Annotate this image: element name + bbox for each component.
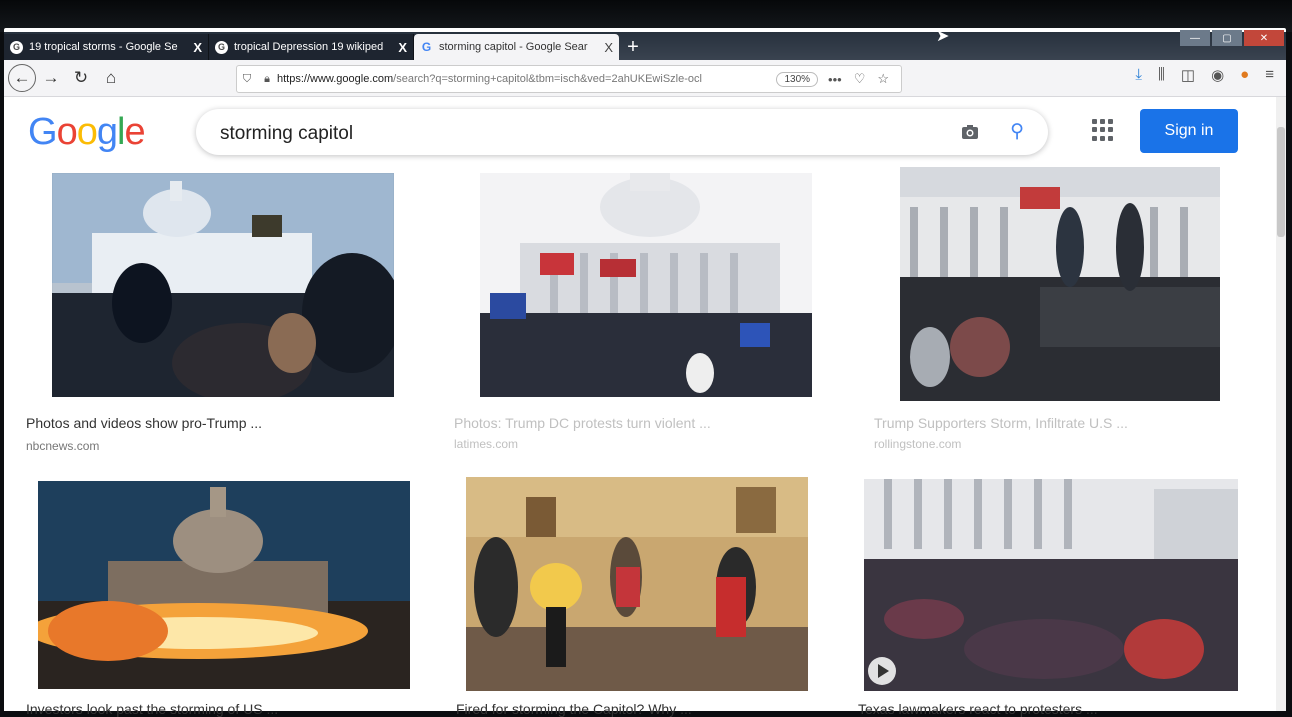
menu-icon[interactable]: ≡	[1265, 66, 1274, 84]
reload-icon[interactable]: ↻	[66, 63, 96, 93]
more-icon[interactable]: •••	[828, 72, 842, 87]
image-result[interactable]: Trump Supporters Storm, Infiltrate U.S .…	[862, 167, 1276, 457]
image-result[interactable]: Investors look past the storming of US .…	[4, 475, 424, 717]
address-bar[interactable]: ⛉ 🔒︎ https://www.google.com/search?q=sto…	[236, 65, 902, 93]
google-header: Google storming capitol ⚲ Sign in	[4, 97, 1280, 168]
tab-strip: G 19 tropical storms - Google Se X G tro…	[4, 32, 1286, 60]
google-favicon-icon: G	[215, 40, 228, 54]
star-icon[interactable]: ☆	[877, 71, 889, 87]
forward-icon[interactable]: →	[36, 63, 66, 93]
image-result[interactable]: Photos: Trump DC protests turn violent .…	[434, 167, 834, 457]
scrollbar-thumb[interactable]	[1277, 127, 1285, 237]
result-thumbnail[interactable]	[900, 167, 1220, 401]
tab-storming-capitol[interactable]: G storming capitol - Google Sear X	[414, 34, 619, 60]
home-icon[interactable]: ⌂	[96, 63, 126, 93]
tab-close-icon[interactable]: X	[604, 40, 613, 55]
mouse-cursor-icon: ➤	[936, 28, 950, 45]
image-result[interactable]: Photos and videos show pro-Trump ... nbc…	[4, 167, 404, 457]
logo-letter: g	[96, 111, 118, 153]
search-input[interactable]: storming capitol ⚲	[196, 109, 1048, 155]
tab-close-icon[interactable]: X	[193, 40, 202, 55]
tab-close-icon[interactable]: X	[398, 40, 407, 55]
result-thumbnail[interactable]	[466, 477, 808, 691]
maximize-icon[interactable]: ▢	[1212, 30, 1242, 46]
result-source[interactable]: rollingstone.com	[874, 437, 961, 451]
logo-letter: o	[56, 111, 78, 153]
camera-icon[interactable]	[960, 122, 980, 142]
extension-icon[interactable]: ●	[1240, 66, 1249, 84]
google-favicon-icon: G	[10, 40, 23, 54]
zoom-indicator[interactable]: 130%	[776, 71, 819, 87]
result-caption[interactable]: Photos: Trump DC protests turn violent .…	[454, 415, 711, 431]
tab-tropical-storms[interactable]: G 19 tropical storms - Google Se X	[4, 34, 209, 60]
scrollbar[interactable]	[1276, 97, 1286, 711]
back-icon[interactable]: ←	[8, 64, 36, 92]
minimize-icon[interactable]: —	[1180, 30, 1210, 46]
url-host: https://www.google.com	[277, 73, 394, 85]
result-thumbnail[interactable]	[38, 481, 410, 689]
logo-letter: e	[124, 111, 145, 153]
close-window-icon[interactable]: ✕	[1244, 30, 1284, 46]
result-caption[interactable]: Trump Supporters Storm, Infiltrate U.S .…	[874, 415, 1128, 431]
account-icon[interactable]: ◉	[1211, 66, 1224, 84]
search-query[interactable]: storming capitol	[220, 123, 353, 145]
apps-icon[interactable]	[1092, 119, 1114, 141]
result-caption[interactable]: Photos and videos show pro-Trump ...	[26, 415, 262, 431]
tab-title: storming capitol - Google Sear	[439, 41, 588, 53]
result-thumbnail[interactable]	[52, 173, 394, 397]
url-path: /search?q=storming+capitol&tbm=isch&ved=…	[393, 73, 702, 85]
result-thumbnail[interactable]	[480, 173, 812, 397]
google-favicon-icon: G	[421, 40, 432, 54]
tab-title: 19 tropical storms - Google Se	[29, 41, 178, 53]
window-controls: — ▢ ✕	[1180, 30, 1284, 46]
result-source[interactable]: latimes.com	[454, 437, 518, 451]
search-icon[interactable]: ⚲	[1010, 120, 1024, 143]
download-icon[interactable]: ⤓	[1135, 66, 1142, 84]
shield-icon[interactable]: ⛉	[237, 73, 257, 86]
navigation-toolbar: ← → ↻ ⌂ ⛉ 🔒︎ https://www.google.com/sear…	[4, 60, 1286, 97]
new-tab-button[interactable]: +	[619, 34, 647, 60]
tab-title: tropical Depression 19 wikiped	[234, 41, 384, 53]
pocket-icon[interactable]: ♡	[854, 71, 866, 87]
tab-tropical-depression[interactable]: G tropical Depression 19 wikiped X	[209, 34, 414, 60]
result-thumbnail[interactable]	[864, 479, 1238, 691]
image-result[interactable]: Texas lawmakers react to protesters ...	[854, 475, 1276, 717]
result-source[interactable]: nbcnews.com	[26, 439, 99, 453]
toolbar-tools: ⤓ ⫼ ◫ ◉ ● ≡	[1135, 66, 1274, 84]
library-icon[interactable]: ⫼	[1158, 66, 1165, 84]
logo-letter: o	[76, 111, 98, 153]
sign-in-button[interactable]: Sign in	[1140, 109, 1238, 153]
image-results-grid: Photos and videos show pro-Trump ... nbc…	[4, 167, 1276, 717]
sidebar-icon[interactable]: ◫	[1181, 66, 1195, 84]
url-text[interactable]: https://www.google.com/search?q=storming…	[277, 73, 776, 85]
google-logo[interactable]: Google	[28, 111, 146, 154]
lock-icon[interactable]: 🔒︎	[257, 73, 277, 86]
logo-letter: G	[28, 111, 58, 153]
image-result[interactable]: Fired for storming the Capitol? Why ...	[444, 475, 844, 717]
